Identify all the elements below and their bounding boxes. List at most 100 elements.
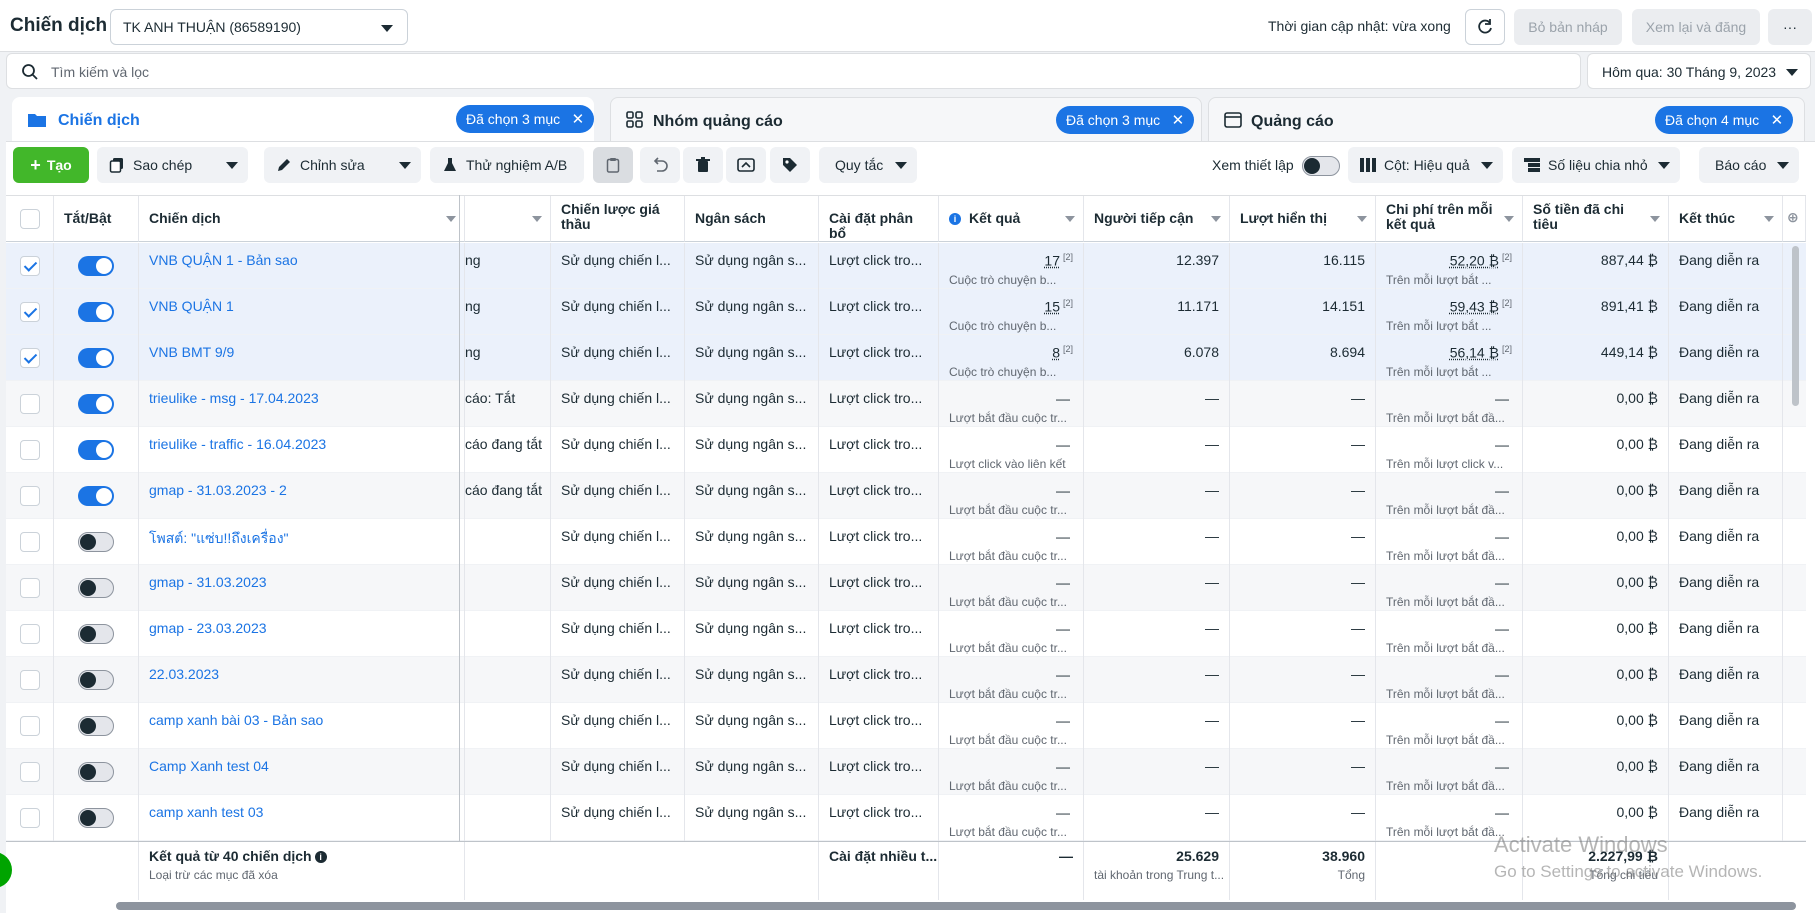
tab-ad-sets[interactable]: Nhóm quảng cáo Đã chọn 3 mục ✕: [610, 97, 1202, 143]
more-options-button[interactable]: ···: [1768, 9, 1812, 45]
col-ends[interactable]: Kết thúc: [1669, 196, 1783, 242]
col-cost-per-result[interactable]: Chi phí trên mỗi kết quả: [1376, 196, 1523, 242]
campaign-toggle[interactable]: [78, 808, 114, 828]
row-checkbox[interactable]: [20, 532, 40, 552]
info-icon[interactable]: i: [949, 213, 961, 226]
duplicate-button[interactable]: Sao chép: [97, 147, 248, 183]
tab-ads[interactable]: Quảng cáo Đã chọn 4 mục ✕: [1208, 97, 1805, 143]
refresh-button[interactable]: [1465, 9, 1505, 45]
add-column-icon[interactable]: ⊕: [1783, 196, 1806, 242]
table-row[interactable]: trieulike - traffic - 16.04.2023 cáo đang…: [6, 427, 1806, 473]
row-checkbox[interactable]: [20, 808, 40, 828]
select-all-checkbox[interactable]: [20, 209, 40, 229]
tag-button[interactable]: [770, 147, 810, 183]
table-row[interactable]: VNB BMT 9/9 ng Sử dụng chiến l... Sử dụng n…: [6, 335, 1806, 381]
campaign-name-link[interactable]: gmap - 31.03.2023 - 2: [139, 473, 465, 519]
campaign-toggle[interactable]: [78, 256, 114, 276]
delete-button[interactable]: [683, 147, 723, 183]
campaign-toggle[interactable]: [78, 532, 114, 552]
col-bid-strategy[interactable]: Chiến lược giá thầu: [551, 196, 685, 242]
ab-test-button[interactable]: Thử nghiệm A/B: [430, 147, 584, 183]
row-checkbox[interactable]: [20, 256, 40, 276]
campaign-name-link[interactable]: trieulike - msg - 17.04.2023: [139, 381, 465, 427]
campaign-toggle[interactable]: [78, 716, 114, 736]
campaign-toggle[interactable]: [78, 624, 114, 644]
col-delivery[interactable]: [465, 196, 551, 242]
edit-button[interactable]: Chỉnh sửa: [264, 147, 421, 183]
chevron-down-icon[interactable]: [399, 162, 411, 169]
table-row[interactable]: gmap - 31.03.2023 Sử dụng chiến l... Sử dụ…: [6, 565, 1806, 611]
col-attribution[interactable]: Cài đặt phân bổ: [819, 196, 939, 242]
table-row[interactable]: camp xanh bài 03 - Bản sao Sử dụng chiến …: [6, 703, 1806, 749]
col-toggle[interactable]: Tắt/Bật: [54, 196, 139, 242]
table-row[interactable]: gmap - 31.03.2023 - 2 cáo đang tắt Sử dụng…: [6, 473, 1806, 519]
col-amount-spent[interactable]: Số tiền đã chi tiêu: [1523, 196, 1669, 242]
account-selector[interactable]: TK ANH THUẬN (86589190): [110, 9, 408, 45]
vertical-scrollbar[interactable]: [1792, 246, 1799, 406]
row-checkbox[interactable]: [20, 348, 40, 368]
reports-button[interactable]: Báo cáo: [1699, 147, 1799, 183]
horizontal-scrollbar[interactable]: [116, 902, 1796, 910]
campaign-name-link[interactable]: VNB BMT 9/9: [139, 335, 465, 381]
col-impressions[interactable]: Lượt hiển thị: [1230, 196, 1376, 242]
table-row[interactable]: 22.03.2023 Sử dụng chiến l... Sử dụng ngân…: [6, 657, 1806, 703]
table-row[interactable]: Camp Xanh test 04 Sử dụng chiến l... Sử dụ…: [6, 749, 1806, 795]
table-row[interactable]: VNB QUẬN 1 ng Sử dụng chiến l... Sử dụng ng…: [6, 289, 1806, 335]
chevron-down-icon[interactable]: [226, 162, 238, 169]
campaign-name-link[interactable]: 22.03.2023: [139, 657, 465, 703]
campaign-toggle[interactable]: [78, 440, 114, 460]
campaign-name-link[interactable]: camp xanh test 03: [139, 795, 465, 841]
row-checkbox[interactable]: [20, 440, 40, 460]
row-checkbox[interactable]: [20, 578, 40, 598]
review-publish-button[interactable]: Xem lại và đăng: [1632, 9, 1760, 45]
row-checkbox[interactable]: [20, 762, 40, 782]
selected-chip[interactable]: Đã chọn 3 mục ✕: [1056, 106, 1195, 134]
campaign-name-link[interactable]: Camp Xanh test 04: [139, 749, 465, 795]
campaign-toggle[interactable]: [78, 348, 114, 368]
col-budget[interactable]: Ngân sách: [685, 196, 819, 242]
close-icon[interactable]: ✕: [572, 110, 585, 128]
campaign-toggle[interactable]: [78, 578, 114, 598]
close-icon[interactable]: ✕: [1172, 111, 1185, 129]
columns-button[interactable]: Cột: Hiệu quả: [1348, 147, 1503, 183]
col-results[interactable]: i Kết quả: [939, 196, 1084, 242]
selected-chip[interactable]: Đã chọn 4 mục ✕: [1655, 106, 1794, 134]
campaign-toggle[interactable]: [78, 302, 114, 322]
campaign-name-link[interactable]: VNB QUẬN 1: [139, 289, 465, 335]
table-row[interactable]: โพสต์: "แซ่บ!!ถึงเครื่อง" Sử dụng chiến l…: [6, 519, 1806, 565]
campaign-name-link[interactable]: โพสต์: "แซ่บ!!ถึงเครื่อง": [139, 519, 465, 565]
info-icon[interactable]: i: [314, 851, 327, 864]
campaign-name-link[interactable]: gmap - 31.03.2023: [139, 565, 465, 611]
campaign-name-link[interactable]: camp xanh bài 03 - Bản sao: [139, 703, 465, 749]
row-checkbox[interactable]: [20, 394, 40, 414]
search-input[interactable]: Tìm kiếm và lọc: [6, 53, 1581, 89]
campaign-toggle[interactable]: [78, 762, 114, 782]
row-checkbox[interactable]: [20, 302, 40, 322]
tab-campaigns[interactable]: Chiến dịch Đã chọn 3 mục ✕: [12, 97, 595, 143]
table-row[interactable]: trieulike - msg - 17.04.2023 cáo: Tắt Sử d…: [6, 381, 1806, 427]
campaign-name-link[interactable]: VNB QUẬN 1 - Bản sao: [139, 243, 465, 289]
row-checkbox[interactable]: [20, 624, 40, 644]
campaign-name-link[interactable]: gmap - 23.03.2023: [139, 611, 465, 657]
row-checkbox[interactable]: [20, 486, 40, 506]
table-row[interactable]: gmap - 23.03.2023 Sử dụng chiến l... Sử dụ…: [6, 611, 1806, 657]
campaign-toggle[interactable]: [78, 670, 114, 690]
view-setup-toggle[interactable]: [1302, 156, 1340, 176]
breakdown-button[interactable]: Số liệu chia nhỏ: [1512, 147, 1680, 183]
undo-button[interactable]: [640, 147, 680, 183]
col-campaign[interactable]: Chiến dịch: [139, 196, 465, 242]
date-range-picker[interactable]: Hôm qua: 30 Tháng 9, 2023: [1587, 53, 1811, 89]
create-button[interactable]: + Tạo: [13, 147, 89, 183]
campaign-toggle[interactable]: [78, 394, 114, 414]
discard-drafts-button[interactable]: Bỏ bản nháp: [1514, 9, 1622, 45]
col-reach[interactable]: Người tiếp cận: [1084, 196, 1230, 242]
table-row[interactable]: VNB QUẬN 1 - Bản sao ng Sử dụng chiến l...…: [6, 243, 1806, 289]
rules-button[interactable]: Quy tắc: [819, 147, 917, 183]
selected-chip[interactable]: Đã chọn 3 mục ✕: [456, 105, 595, 133]
clipboard-button[interactable]: [593, 147, 633, 183]
preview-button[interactable]: [726, 147, 766, 183]
campaign-name-link[interactable]: trieulike - traffic - 16.04.2023: [139, 427, 465, 473]
campaign-toggle[interactable]: [78, 486, 114, 506]
row-checkbox[interactable]: [20, 670, 40, 690]
row-checkbox[interactable]: [20, 716, 40, 736]
